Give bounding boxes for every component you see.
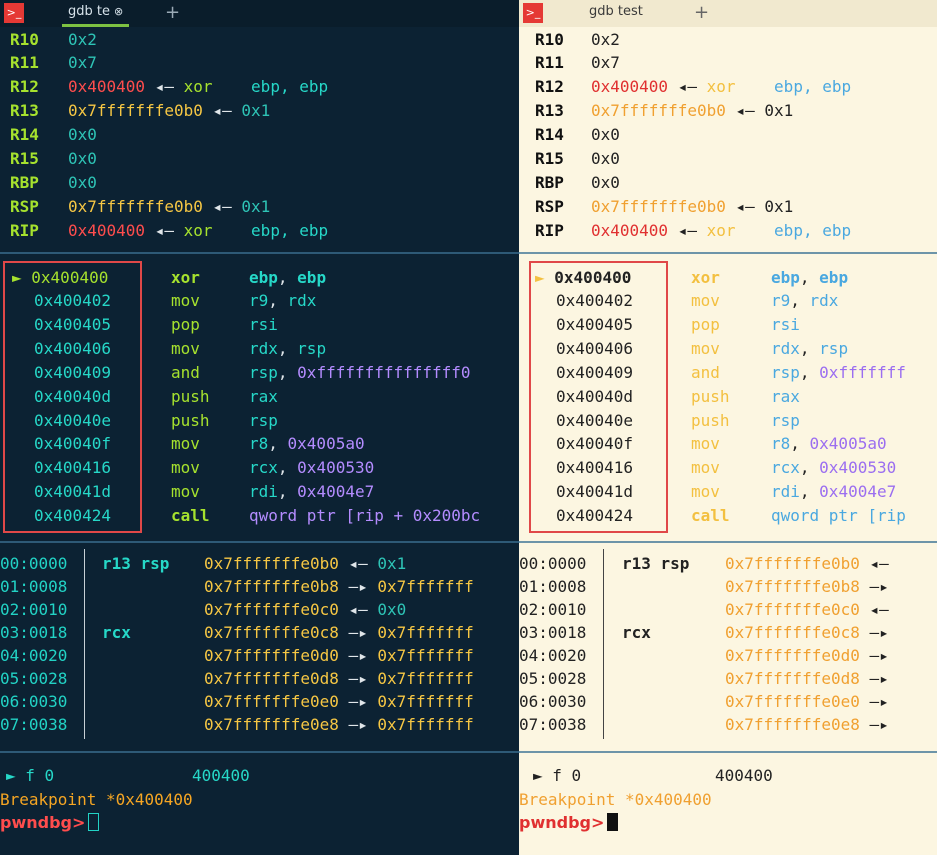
register-row: R14 0x0 bbox=[535, 125, 620, 144]
register-row: R14 0x0 bbox=[10, 125, 97, 144]
command-prompt[interactable]: pwndbg> bbox=[0, 812, 100, 834]
section-divider bbox=[0, 541, 519, 543]
register-row: RIP 0x400400 ◂— xor ebp, ebp bbox=[535, 221, 852, 240]
stack-row: 04:0020 0x7fffffffe0d0 —▸ bbox=[519, 646, 889, 665]
disasm-row: 0x40040e push rsp bbox=[34, 411, 278, 430]
disasm-row: 0x40040f mov r8, 0x4005a0 bbox=[34, 434, 365, 453]
terminal-icon: >_ bbox=[523, 3, 543, 23]
stack-row: 05:0028 0x7fffffffe0d8 —▸ bbox=[519, 669, 889, 688]
stack-row: 02:0010 0x7fffffffe0c0 ◂— 0x0 bbox=[0, 600, 407, 619]
disasm-row: 0x400402 mov r9, rdx bbox=[34, 291, 317, 310]
disasm-row: 0x40040f mov r8, 0x4005a0 bbox=[556, 434, 887, 453]
right-tab-bar: >_ gdb test + bbox=[519, 0, 937, 27]
disasm-row: 0x400409 and rsp, 0xfffffff bbox=[556, 363, 906, 382]
stack-row: 06:0030 0x7fffffffe0e0 —▸ 0x7fffffff bbox=[0, 692, 474, 711]
register-row: R11 0x7 bbox=[10, 53, 97, 72]
section-divider bbox=[519, 751, 937, 753]
register-row: R12 0x400400 ◂— xor ebp, ebp bbox=[10, 77, 329, 96]
disasm-row: 0x400424 call qword ptr [rip bbox=[556, 506, 906, 525]
disasm-row: 0x400416 mov rcx, 0x400530 bbox=[34, 458, 375, 477]
register-row: R10 0x2 bbox=[10, 30, 97, 49]
add-tab-button[interactable]: + bbox=[165, 0, 180, 27]
disasm-row: ► 0x400400 xor ebp, ebp bbox=[535, 268, 849, 287]
stack-row: 03:0018 rcx 0x7fffffffe0c8 —▸ bbox=[519, 623, 889, 642]
register-row: R15 0x0 bbox=[535, 149, 620, 168]
register-row: R13 0x7fffffffe0b0 ◂— 0x1 bbox=[10, 101, 271, 120]
disasm-row: 0x40040e push rsp bbox=[556, 411, 800, 430]
backtrace-row: ► f 0 400400 bbox=[533, 766, 773, 785]
register-row: R12 0x400400 ◂— xor ebp, ebp bbox=[535, 77, 852, 96]
disasm-row: 0x400416 mov rcx, 0x400530 bbox=[556, 458, 897, 477]
disasm-row: 0x400405 pop rsi bbox=[34, 315, 278, 334]
left-tab-title: gdb te bbox=[68, 4, 110, 19]
register-row: RSP 0x7fffffffe0b0 ◂— 0x1 bbox=[10, 197, 271, 216]
left-tab[interactable]: gdb te ⊗ bbox=[62, 0, 130, 27]
section-divider bbox=[0, 751, 519, 753]
disasm-row: 0x40041d mov rdi, 0x4004e7 bbox=[556, 482, 897, 501]
right-tab[interactable]: gdb test bbox=[583, 0, 649, 27]
stack-row: 04:0020 0x7fffffffe0d0 —▸ 0x7fffffff bbox=[0, 646, 474, 665]
stack-divider bbox=[84, 549, 85, 739]
left-terminal-pane[interactable]: >_ gdb te ⊗ + R10 0x2 R11 0x7 R12 0x400400 ◂… bbox=[0, 0, 519, 855]
register-row: R13 0x7fffffffe0b0 ◂— 0x1 bbox=[535, 101, 794, 120]
add-tab-button[interactable]: + bbox=[694, 0, 709, 27]
stack-row: 06:0030 0x7fffffffe0e0 —▸ bbox=[519, 692, 889, 711]
text-cursor bbox=[607, 813, 619, 831]
terminal-icon: >_ bbox=[4, 3, 24, 23]
stack-row: 01:0008 0x7fffffffe0b8 —▸ bbox=[519, 577, 889, 596]
disasm-row: 0x400409 and rsp, 0xfffffffffffffff0 bbox=[34, 363, 471, 382]
register-row: R10 0x2 bbox=[535, 30, 620, 49]
disasm-row: 0x400406 mov rdx, rsp bbox=[556, 339, 849, 358]
register-row: R11 0x7 bbox=[535, 53, 620, 72]
section-divider bbox=[0, 252, 519, 254]
register-row: R15 0x0 bbox=[10, 149, 97, 168]
disasm-row: 0x400402 mov r9, rdx bbox=[556, 291, 839, 310]
stack-row: 02:0010 0x7fffffffe0c0 ◂— bbox=[519, 600, 889, 619]
stack-row: 01:0008 0x7fffffffe0b8 —▸ 0x7fffffff bbox=[0, 577, 474, 596]
stack-row: 00:0000 r13 rsp 0x7fffffffe0b0 ◂— 0x1 bbox=[0, 554, 407, 573]
stack-row: 07:0038 0x7fffffffe0e8 —▸ 0x7fffffff bbox=[0, 715, 474, 734]
stack-row: 00:0000 r13 rsp 0x7fffffffe0b0 ◂— bbox=[519, 554, 889, 573]
close-icon[interactable]: ⊗ bbox=[114, 5, 123, 18]
breakpoint-message: Breakpoint *0x400400 bbox=[519, 790, 712, 809]
register-row: RBP 0x0 bbox=[535, 173, 620, 192]
stack-row: 07:0038 0x7fffffffe0e8 —▸ bbox=[519, 715, 889, 734]
disasm-row: 0x400424 call qword ptr [rip + 0x200bc bbox=[34, 506, 481, 525]
breakpoint-message: Breakpoint *0x400400 bbox=[0, 790, 193, 809]
disasm-row: 0x40040d push rax bbox=[556, 387, 800, 406]
left-tab-bar: >_ gdb te ⊗ + bbox=[0, 0, 519, 27]
register-row: RBP 0x0 bbox=[10, 173, 97, 192]
backtrace-row: ► f 0 400400 bbox=[6, 766, 250, 785]
register-row: RIP 0x400400 ◂— xor ebp, ebp bbox=[10, 221, 329, 240]
register-row: RSP 0x7fffffffe0b0 ◂— 0x1 bbox=[535, 197, 794, 216]
disasm-row: 0x400406 mov rdx, rsp bbox=[34, 339, 327, 358]
command-prompt[interactable]: pwndbg> bbox=[519, 812, 619, 834]
section-divider bbox=[519, 252, 937, 254]
disasm-row: 0x400405 pop rsi bbox=[556, 315, 800, 334]
right-tab-title: gdb test bbox=[589, 4, 643, 19]
stack-divider bbox=[603, 549, 604, 739]
disasm-row: 0x40041d mov rdi, 0x4004e7 bbox=[34, 482, 375, 501]
text-cursor bbox=[88, 813, 100, 831]
stack-row: 05:0028 0x7fffffffe0d8 —▸ 0x7fffffff bbox=[0, 669, 474, 688]
stack-row: 03:0018 rcx 0x7fffffffe0c8 —▸ 0x7fffffff bbox=[0, 623, 474, 642]
right-terminal-pane[interactable]: >_ gdb test + R10 0x2 R11 0x7 R12 0x400400 … bbox=[519, 0, 937, 855]
disasm-row: 0x40040d push rax bbox=[34, 387, 278, 406]
disasm-row: ► 0x400400 xor ebp, ebp bbox=[12, 268, 327, 287]
section-divider bbox=[519, 541, 937, 543]
